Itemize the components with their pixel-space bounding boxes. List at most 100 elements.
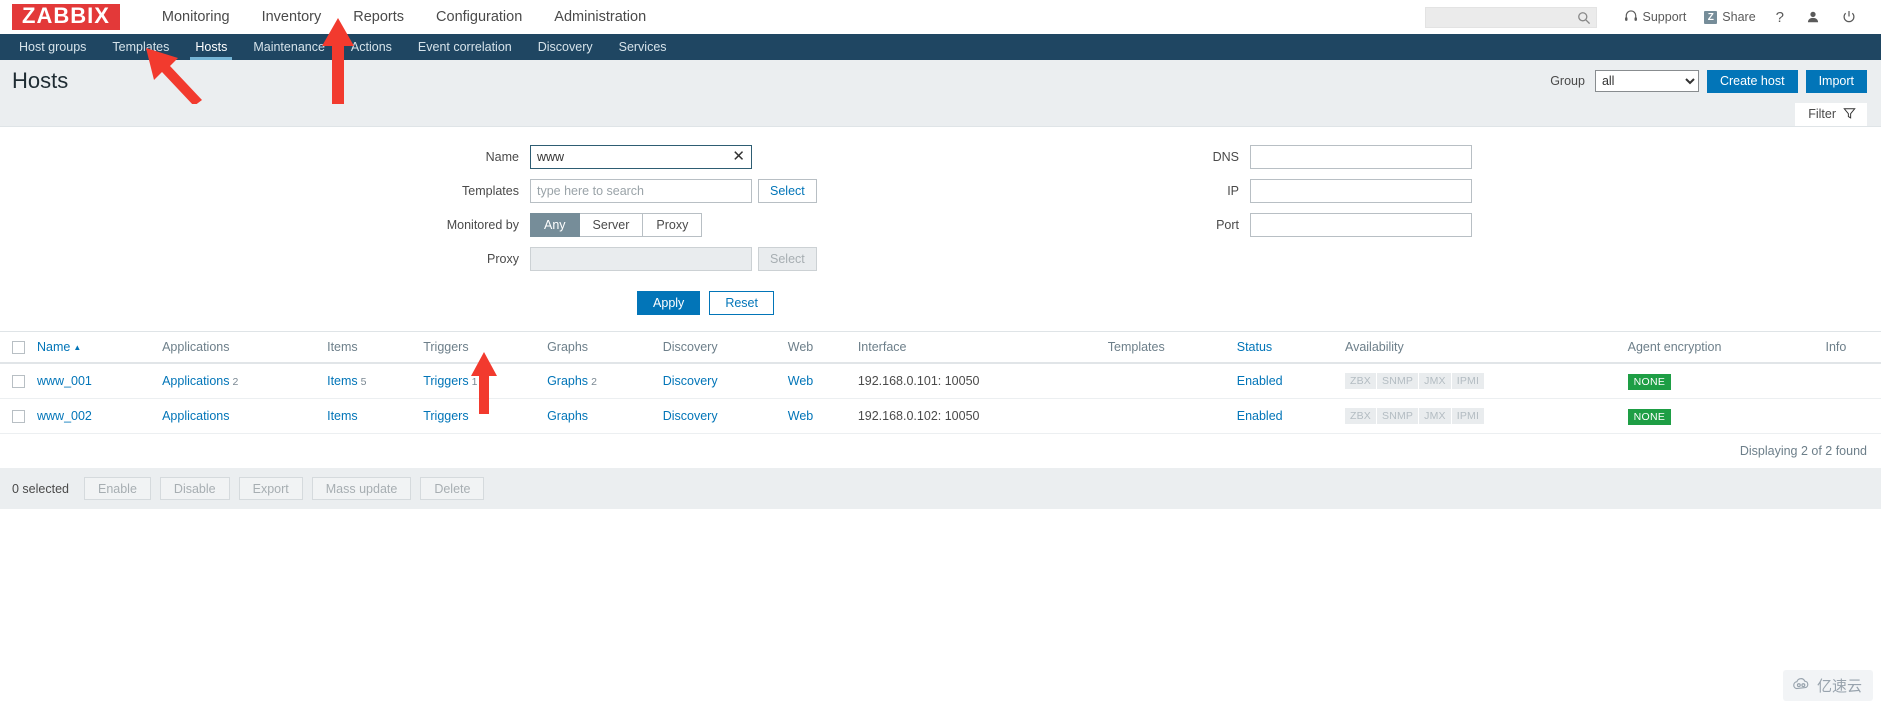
monitored-by-option-proxy[interactable]: Proxy (643, 213, 703, 237)
status-badge: NONE (1627, 409, 1672, 426)
group-filter-label: Group (1550, 74, 1585, 88)
discovery-link[interactable]: Discovery (663, 374, 718, 388)
triggers-link[interactable]: Triggers (423, 374, 468, 388)
row-checkbox[interactable] (12, 375, 25, 389)
templates-select-button[interactable]: Select (758, 179, 817, 203)
items-link[interactable]: Items (327, 374, 358, 388)
table-row: www_001 Applications 2 Items 5 Triggers 1 G… (0, 363, 1881, 400)
dns-input[interactable] (1250, 145, 1472, 169)
subnav-item-maintenance[interactable]: Maintenance (240, 34, 338, 60)
ip-input[interactable] (1250, 179, 1472, 203)
support-link[interactable]: Support (1615, 9, 1696, 26)
web-link[interactable]: Web (788, 409, 813, 423)
close-icon[interactable]: ✕ (732, 148, 745, 166)
column-header-applications: Applications (156, 332, 322, 365)
subnav-item-hosts[interactable]: Hosts (182, 34, 240, 60)
cell-triggers: Triggers (417, 398, 542, 435)
watermark-text: 亿速云 (1816, 678, 1862, 695)
filter-panel: Name ✕ DNS Templates Select IP (0, 127, 1881, 332)
subnav-item-event-correlation[interactable]: Event correlation (405, 34, 525, 60)
availability-badge-jmx: JMX (1419, 373, 1452, 390)
cell-templates (1101, 398, 1231, 435)
proxy-field-wrapper: Select (530, 247, 980, 271)
cell-web: Web (781, 363, 852, 400)
hosts-table: Name ▲ Applications Items Triggers Graphs… (0, 332, 1881, 435)
cell-availability: ZBX SNMP JMX IPMI (1338, 363, 1622, 400)
cell-graphs: Graphs 2 (541, 363, 657, 400)
create-host-button[interactable]: Create host (1706, 69, 1798, 93)
global-search[interactable] (1424, 6, 1597, 28)
top-header: ZABBIX Monitoring Inventory Reports Conf… (0, 0, 1881, 34)
hosts-table-head: Name ▲ Applications Items Triggers Graphs… (0, 332, 1881, 365)
column-header-name[interactable]: Name ▲ (31, 332, 157, 365)
graphs-link[interactable]: Graphs (547, 374, 588, 388)
select-all-checkbox[interactable] (12, 341, 25, 355)
nav-item-reports[interactable]: Reports (337, 0, 420, 34)
subnav-item-actions[interactable]: Actions (338, 34, 405, 60)
subnav-item-templates[interactable]: Templates (99, 34, 182, 60)
status-link[interactable]: Enabled (1237, 374, 1283, 388)
monitored-by-option-any[interactable]: Any (530, 213, 580, 237)
monitored-by-option-server[interactable]: Server (579, 213, 644, 237)
cell-interface: 192.168.0.102: 10050 (851, 398, 1102, 435)
subnav-item-host-groups[interactable]: Host groups (6, 34, 99, 60)
column-header-info: Info (1819, 332, 1881, 365)
name-input[interactable] (530, 145, 752, 169)
nav-item-administration[interactable]: Administration (538, 0, 662, 34)
apply-button[interactable]: Apply (637, 291, 701, 315)
templates-field-wrapper: Select (530, 179, 980, 203)
host-name-link[interactable]: www_001 (37, 374, 92, 388)
proxy-field-label: Proxy (487, 252, 519, 266)
cell-applications: Applications (156, 398, 322, 435)
share-link[interactable]: Z Share (1695, 10, 1764, 24)
nav-item-inventory[interactable]: Inventory (246, 0, 338, 34)
column-header-status[interactable]: Status (1230, 332, 1339, 365)
column-header-discovery: Discovery (656, 332, 782, 365)
user-icon[interactable] (1795, 10, 1831, 24)
filter-tab[interactable]: Filter (1795, 102, 1867, 126)
reset-button[interactable]: Reset (709, 291, 774, 315)
triggers-link[interactable]: Triggers (423, 409, 468, 423)
app-page: ZABBIX Monitoring Inventory Reports Conf… (0, 0, 1881, 709)
table-row: www_002 Applications Items Triggers Grap… (0, 398, 1881, 435)
web-link[interactable]: Web (788, 374, 813, 388)
graphs-count: 2 (591, 376, 597, 389)
zabbix-share-icon: Z (1704, 10, 1718, 24)
templates-input[interactable] (530, 179, 752, 203)
availability-badges: ZBX SNMP JMX IPMI (1344, 373, 1485, 390)
graphs-link[interactable]: Graphs (547, 409, 588, 423)
search-input[interactable] (1425, 7, 1596, 27)
cell-interface: 192.168.0.101: 10050 (851, 363, 1102, 400)
group-select[interactable]: all (1594, 70, 1699, 92)
monitored-by-wrapper: Any Server Proxy (530, 213, 980, 237)
proxy-input (530, 247, 752, 271)
column-label-name: Name (37, 340, 71, 355)
help-icon[interactable]: ? (1765, 9, 1795, 26)
cell-graphs: Graphs (541, 398, 657, 435)
applications-link[interactable]: Applications (162, 409, 229, 423)
dns-field-wrapper (1250, 145, 1480, 169)
cell-info (1819, 363, 1881, 400)
host-name-link[interactable]: www_002 (37, 409, 92, 423)
watermark: 亿速云 (1782, 670, 1873, 701)
page-actions: Group all Create host Import (1550, 69, 1867, 93)
port-input[interactable] (1250, 213, 1472, 237)
items-link[interactable]: Items (327, 409, 358, 423)
cell-info (1819, 398, 1881, 435)
row-select-cell (0, 398, 31, 435)
availability-badge-jmx: JMX (1419, 408, 1452, 425)
cell-agent-encryption: NONE (1621, 363, 1820, 400)
subnav-item-services[interactable]: Services (606, 34, 680, 60)
discovery-link[interactable]: Discovery (663, 409, 718, 423)
zabbix-logo[interactable]: ZABBIX (12, 4, 120, 30)
status-link[interactable]: Enabled (1237, 409, 1283, 423)
import-button[interactable]: Import (1805, 69, 1867, 93)
nav-item-configuration[interactable]: Configuration (420, 0, 538, 34)
applications-link[interactable]: Applications (162, 374, 229, 388)
status-badge: NONE (1627, 374, 1672, 391)
availability-badge-zbx: ZBX (1344, 373, 1377, 390)
nav-item-monitoring[interactable]: Monitoring (146, 0, 246, 34)
row-checkbox[interactable] (12, 410, 25, 424)
subnav-item-discovery[interactable]: Discovery (525, 34, 606, 60)
power-icon[interactable] (1831, 10, 1867, 24)
